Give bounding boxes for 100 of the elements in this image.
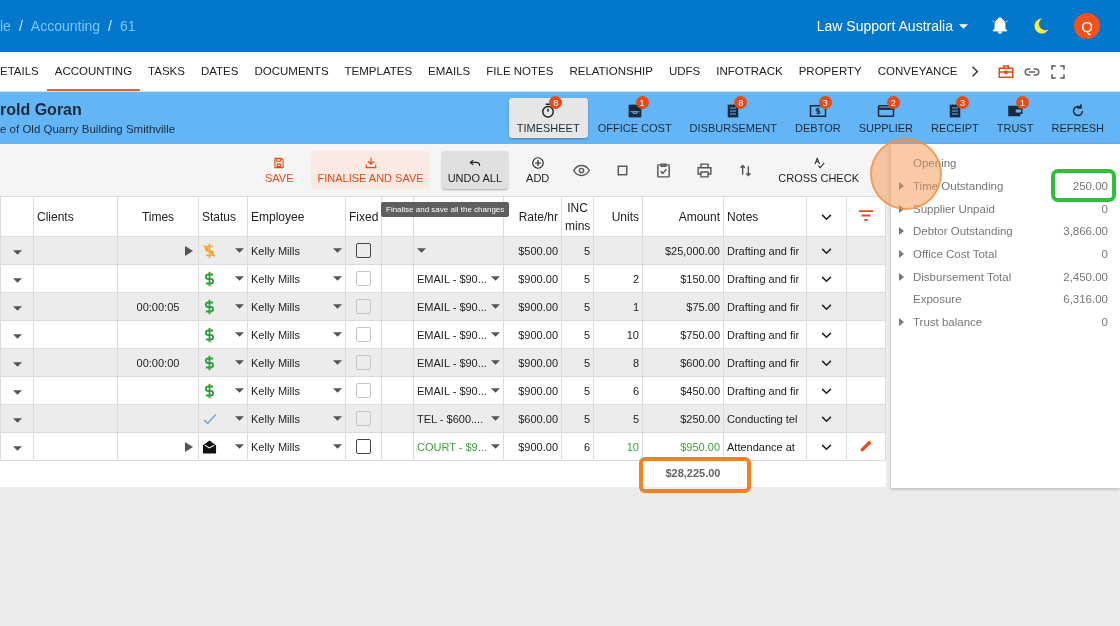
dropdown-caret-icon[interactable] xyxy=(333,360,342,365)
matter-title: rold Goran xyxy=(0,101,83,119)
table-cell: Kelly Mills xyxy=(251,384,300,397)
dropdown-caret-icon[interactable] xyxy=(12,277,22,283)
dropdown-caret-icon[interactable] xyxy=(333,332,342,337)
dropdown-caret-icon[interactable] xyxy=(12,389,22,395)
expand-arrow-icon[interactable] xyxy=(899,318,904,327)
chevron-down-icon[interactable] xyxy=(821,443,832,451)
dropdown-caret-icon[interactable] xyxy=(333,276,342,281)
column-header: Employee xyxy=(247,196,346,237)
tab[interactable]: DOCUMENTS xyxy=(246,52,337,91)
chevron-down-icon[interactable] xyxy=(821,387,832,395)
tab[interactable]: TEMPLATES xyxy=(336,52,421,91)
dropdown-caret-icon[interactable] xyxy=(235,416,244,421)
crossed-dollar-icon xyxy=(202,241,217,260)
dropdown-caret-icon[interactable] xyxy=(417,248,426,253)
dollar-icon xyxy=(202,381,217,400)
table-cell: 00:00:05 xyxy=(136,300,180,313)
ledger-button[interactable]: 1 TRUST xyxy=(988,98,1042,138)
chevron-down-icon[interactable] xyxy=(821,275,832,283)
dropdown-caret-icon[interactable] xyxy=(491,304,500,309)
tab[interactable]: UDFS xyxy=(660,52,709,91)
dropdown-caret-icon[interactable] xyxy=(491,276,500,281)
expand-arrow-icon[interactable] xyxy=(899,250,904,259)
dropdown-caret-icon[interactable] xyxy=(491,388,500,393)
tab[interactable]: RELATIONSHIP xyxy=(561,52,661,91)
printer-icon[interactable] xyxy=(696,161,714,179)
dropdown-caret-icon[interactable] xyxy=(12,417,22,423)
dropdown-caret-icon[interactable] xyxy=(491,416,500,421)
dropdown-caret-icon[interactable] xyxy=(235,276,244,281)
dropdown-caret-icon[interactable] xyxy=(491,444,500,449)
ledger-button[interactable]: 8 DISBURSEMENT xyxy=(681,98,785,138)
tab[interactable]: CONVEYANCE xyxy=(869,52,966,91)
fullscreen-icon[interactable] xyxy=(1049,62,1068,81)
briefcase-icon[interactable] xyxy=(997,62,1016,81)
dropdown-caret-icon[interactable] xyxy=(333,416,342,421)
play-icon[interactable] xyxy=(185,246,193,256)
bell-icon[interactable] xyxy=(990,16,1010,36)
chevron-down-icon[interactable] xyxy=(821,415,832,423)
tab[interactable]: ETAILS xyxy=(0,52,47,91)
dropdown-caret-icon[interactable] xyxy=(235,248,244,253)
dropdown-caret-icon[interactable] xyxy=(12,249,22,255)
ledger-button[interactable]: 3 RECEIPT xyxy=(923,98,987,138)
toolbar-button[interactable]: ADD xyxy=(520,151,556,189)
expand-arrow-icon[interactable] xyxy=(899,227,904,236)
play-icon[interactable] xyxy=(185,442,193,452)
account-menu[interactable]: Law Support Australia xyxy=(816,18,968,34)
chevron-down-icon[interactable] xyxy=(821,247,832,255)
chevron-down-icon[interactable] xyxy=(821,213,832,221)
chevron-down-icon[interactable] xyxy=(821,359,832,367)
dropdown-caret-icon[interactable] xyxy=(333,388,342,393)
dropdown-caret-icon[interactable] xyxy=(12,445,22,451)
checkbox[interactable] xyxy=(356,439,371,454)
dropdown-caret-icon[interactable] xyxy=(491,360,500,365)
toolbar-button[interactable]: CROSS CHECK xyxy=(772,151,865,189)
table-cell: Kelly Mills xyxy=(251,440,300,453)
column-header: Notes xyxy=(723,196,807,237)
ledger-button[interactable]: 2 SUPPLIER xyxy=(850,98,922,138)
table-cell: EMAIL - $90... xyxy=(417,356,487,369)
chevron-down-icon[interactable] xyxy=(821,331,832,339)
ledger-button[interactable]: 1 OFFICE COST xyxy=(589,98,680,138)
dropdown-caret-icon[interactable] xyxy=(491,332,500,337)
dropdown-caret-icon[interactable] xyxy=(235,332,244,337)
dropdown-caret-icon[interactable] xyxy=(235,388,244,393)
clipboard-check-icon[interactable] xyxy=(655,161,673,179)
dropdown-caret-icon[interactable] xyxy=(235,444,244,449)
tab[interactable]: FILE NOTES xyxy=(478,52,562,91)
summary-value: 2,450.00 xyxy=(1063,270,1108,283)
toolbar-button[interactable]: UNDO ALL xyxy=(441,151,509,189)
expand-arrow-icon[interactable] xyxy=(899,204,904,213)
cash-icon xyxy=(808,102,827,120)
dropdown-caret-icon[interactable] xyxy=(12,305,22,311)
moon-icon[interactable] xyxy=(1032,16,1052,36)
dropdown-caret-icon[interactable] xyxy=(333,444,342,449)
table-cell: Drafting and fir xyxy=(723,292,807,321)
ledger-button[interactable]: REFRESH xyxy=(1043,98,1112,138)
toolbar-button[interactable]: SAVE xyxy=(258,151,300,189)
dropdown-caret-icon[interactable] xyxy=(333,304,342,309)
checkbox[interactable] xyxy=(356,243,371,258)
expand-arrow-icon[interactable] xyxy=(899,272,904,281)
table-cell: Kelly Mills xyxy=(251,272,300,285)
chevron-right-icon[interactable] xyxy=(971,65,980,78)
column-header: Status xyxy=(198,196,248,237)
dropdown-caret-icon[interactable] xyxy=(235,360,244,365)
count-badge: 1 xyxy=(1016,96,1030,109)
dropdown-caret-icon[interactable] xyxy=(333,248,342,253)
dropdown-caret-icon[interactable] xyxy=(12,333,22,339)
tab[interactable]: TASKS xyxy=(140,52,193,91)
ledger-button[interactable]: 8 TIMESHEET xyxy=(508,98,588,138)
dropdown-caret-icon[interactable] xyxy=(12,361,22,367)
tab[interactable]: DATES xyxy=(192,52,247,91)
tab[interactable]: PROPERTY xyxy=(790,52,870,91)
tab[interactable]: EMAILS xyxy=(420,52,479,91)
table-cell: $900.00 xyxy=(503,348,562,377)
count-badge: 8 xyxy=(734,96,748,109)
filter-icon[interactable] xyxy=(858,209,874,221)
tab[interactable]: INFOTRACK xyxy=(708,52,791,91)
ledger-button[interactable]: 3 DEBTOR xyxy=(787,98,849,138)
chevron-down-icon[interactable] xyxy=(821,303,832,311)
dropdown-caret-icon[interactable] xyxy=(235,304,244,309)
